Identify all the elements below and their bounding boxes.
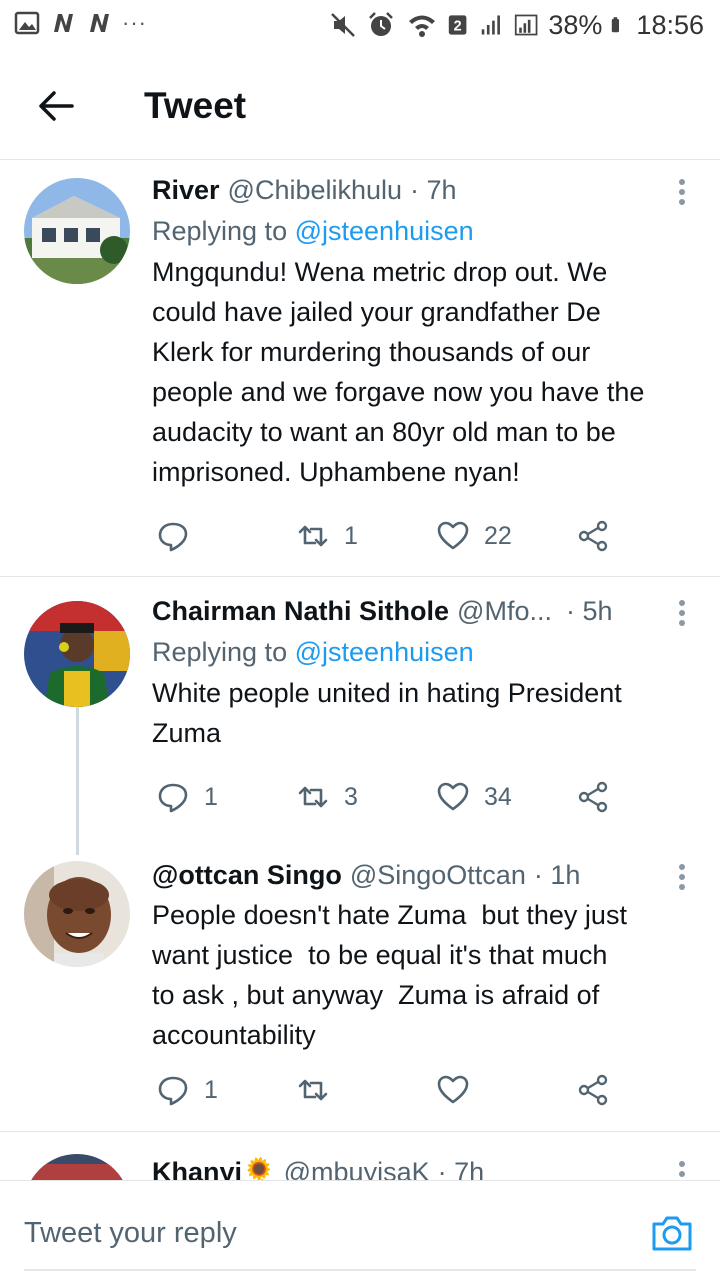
camera-icon[interactable] [650,1211,694,1255]
status-bar: ··· 2 38% 18:56 [0,0,720,50]
reply-icon [158,1076,188,1106]
like-count: 22 [484,521,512,550]
replying-to-label: Replying to [152,637,288,667]
reply-icon [158,522,188,552]
retweet-button[interactable]: 1 [296,516,358,556]
mention-link[interactable]: @jsteenhuisen [295,637,474,667]
thread-connector-line [76,707,79,855]
share-button[interactable] [576,1070,610,1110]
retweet-icon [298,525,328,547]
reply-button[interactable]: 1 [156,1070,218,1110]
user-handle[interactable]: @Chibelikhulu [228,172,403,208]
display-name[interactable]: @ottcan Singo [152,857,342,893]
share-icon [578,781,608,813]
tweet-time: · 1h [533,860,581,890]
display-name[interactable]: Chairman Nathi Sithole [152,593,449,629]
like-button[interactable]: 34 [436,777,512,817]
retweet-count: 1 [344,521,358,550]
tweet-time: · 5h [565,596,613,626]
signal-icon [515,14,538,36]
heart-icon [437,782,469,811]
share-icon [578,520,608,552]
back-arrow-icon[interactable] [34,84,78,128]
tweet-text: White people united in hating President … [152,678,622,748]
tweet-body: Khanyi🌻 @mbuyisaK · 7h [152,1154,700,1180]
signal-icon [482,15,501,35]
avatar[interactable] [24,601,130,707]
avatar[interactable] [24,1154,130,1180]
sim-badge-number: 2 [454,19,462,35]
replying-to: Replying to @jsteenhuisen [152,212,700,250]
battery-percent: 38% [548,10,603,40]
reply-icon [158,783,188,813]
tweet-header: @ottcan Singo @SingoOttcan · 1h [152,857,700,893]
reply-button[interactable]: 1 [156,777,218,817]
share-button[interactable] [576,516,610,556]
tweet-3[interactable]: @ottcan Singo @SingoOttcan · 1h People d… [0,845,720,1131]
clock: 18:56 [636,10,704,40]
retweet-button[interactable] [296,1070,344,1110]
top-app-bar: Tweet [0,50,720,160]
share-icon [578,1074,608,1106]
tweet-actions: 1 3 34 [152,777,612,817]
tweet-1[interactable]: River @Chibelikhulu · 7h Replying to @js… [0,160,720,576]
wifi-icon [409,15,436,37]
tweet-text: Mngqundu! Wena metric drop out. We could… [152,257,645,487]
status-bar-right: 2 38% 18:56 [328,8,704,42]
replying-to-label: Replying to [152,216,288,246]
retweet-count: 3 [344,782,358,811]
retweet-icon [298,786,328,808]
reply-button[interactable] [156,516,204,556]
tweet-4[interactable]: Khanyi🌻 @mbuyisaK · 7h [0,1132,720,1180]
mute-icon [331,13,356,37]
like-button[interactable]: 22 [436,516,512,556]
more-options-icon[interactable] [670,859,694,895]
tweet-header: River @Chibelikhulu · 7h [152,172,700,208]
user-handle[interactable]: @SingoOttcan [350,857,526,893]
n-app-icon [90,14,109,32]
n-app-icon [54,14,73,32]
tweet-time: · 7h [410,175,457,205]
replying-to: Replying to @jsteenhuisen [152,633,700,671]
display-name[interactable]: Khanyi🌻 [152,1154,276,1180]
reply-input[interactable]: Tweet your reply [24,1213,237,1253]
avatar[interactable] [24,178,130,284]
user-handle[interactable]: @Mfo... [457,593,552,629]
share-button[interactable] [576,777,610,817]
tweet-2[interactable]: Chairman Nathi Sithole @Mfo... · 5h Repl… [0,577,720,855]
tweet-body: @ottcan Singo @SingoOttcan · 1h People d… [152,857,700,1055]
status-bar-left: ··· [14,10,147,36]
reply-count: 1 [204,1075,218,1104]
heart-icon [437,521,469,550]
reply-composer-bar: Tweet your reply [0,1180,720,1280]
more-options-icon[interactable] [670,1156,694,1180]
tweet-time: · 7h [437,1157,485,1180]
mention-link[interactable]: @jsteenhuisen [295,216,474,246]
heart-icon [437,1075,469,1104]
tweet-body: Chairman Nathi Sithole @Mfo... · 5h Repl… [152,593,700,753]
more-options-icon[interactable] [670,595,694,631]
retweet-button[interactable]: 3 [296,777,358,817]
tweet-text: People doesn't hate Zuma but they just w… [152,900,627,1050]
retweet-icon [298,1079,328,1101]
tweet-actions: 1 22 [152,516,612,556]
more-options-icon[interactable] [670,174,694,210]
sim-badge-icon: 2 [449,15,467,35]
gallery-icon [14,11,40,35]
tweet-header: Chairman Nathi Sithole @Mfo... · 5h [152,593,700,629]
page-title: Tweet [144,85,247,126]
avatar[interactable] [24,861,130,967]
reply-count: 1 [204,782,218,811]
user-handle[interactable]: @mbuyisaK [284,1154,430,1180]
like-count: 34 [484,782,512,811]
tweet-body: River @Chibelikhulu · 7h Replying to @js… [152,172,700,492]
battery-icon [612,17,620,33]
tweet-header: Khanyi🌻 @mbuyisaK · 7h [152,1154,700,1180]
tweet-actions: 1 [152,1070,612,1110]
display-name[interactable]: River [152,172,220,208]
more-notifications-dots: ··· [122,10,147,35]
like-button[interactable] [436,1070,484,1110]
reply-input-underline [24,1269,696,1271]
alarm-icon [369,12,394,36]
